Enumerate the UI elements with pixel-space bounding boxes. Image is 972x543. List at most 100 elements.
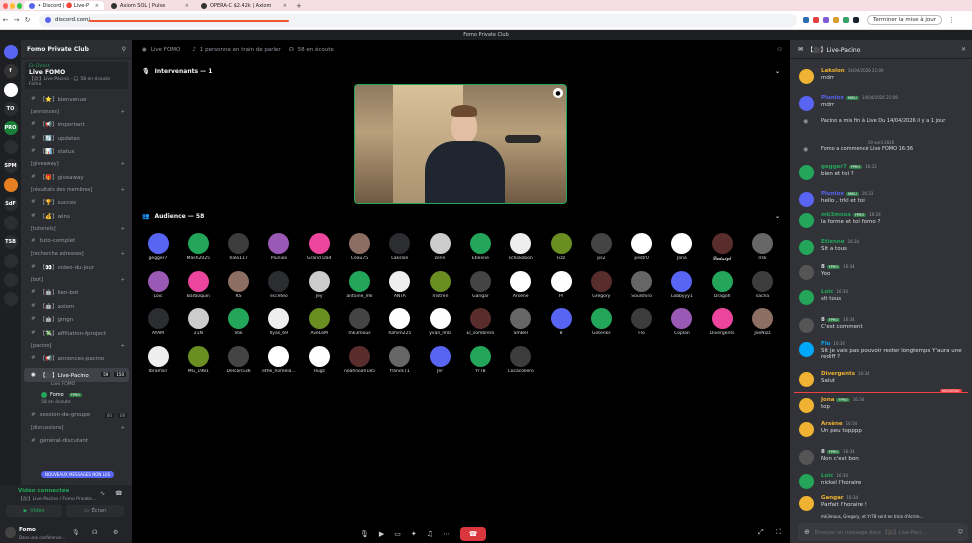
audience-member[interactable]: Coplan [662, 308, 702, 336]
audience-member[interactable]: AveLeM [299, 308, 339, 336]
avatar[interactable] [799, 372, 814, 387]
audience-member[interactable]: Delcan536 [219, 345, 259, 374]
chat-message[interactable]: Etienne 16:34 Slt a tous [790, 239, 972, 255]
leave-call-button[interactable]: ☎ [460, 527, 487, 541]
activity-icon[interactable]: ✦ [411, 530, 417, 538]
channel-category[interactable]: [giveaway] + [21, 158, 132, 170]
avatar[interactable] [799, 398, 814, 413]
chat-message[interactable]: Flo 16:34 Slt je vais pas pouvoir rester l… [790, 341, 972, 360]
channel-category[interactable]: [discussions] + [21, 422, 132, 434]
chat-message[interactable]: 8 FPRO 16:34 Non c'est bon [790, 449, 972, 465]
audience-member[interactable]: Barboquin [178, 270, 218, 299]
audience-member[interactable]: SmBel [501, 308, 541, 336]
extension-icon[interactable] [813, 17, 819, 23]
audience-member[interactable]: MG_1981 [178, 345, 218, 374]
chat-message[interactable]: Pluniox MIKU 14/04/2026 21:09 mdrr [790, 95, 972, 111]
audience-member[interactable]: Mash2025 [178, 233, 218, 261]
new-tab-button[interactable]: + [296, 2, 302, 10]
avatar[interactable] [5, 527, 16, 538]
audience-member[interactable]: Ilyas_69 [259, 308, 299, 336]
menu-icon[interactable]: ⋮ [946, 16, 957, 24]
disconnect-icon[interactable]: ☎ [115, 490, 122, 497]
username[interactable]: 8 [821, 317, 825, 323]
channel-category[interactable]: [pacino] + [21, 340, 132, 352]
audience-member[interactable]: ecceteo [259, 270, 299, 299]
channel-item[interactable]: # tuto-complet [21, 235, 132, 249]
avatar[interactable] [799, 318, 814, 333]
camera-icon[interactable]: ▶ [379, 530, 384, 538]
audience-member[interactable]: AYAM [138, 308, 178, 336]
channel-item[interactable]: # 【⭐】bienvenue [21, 92, 132, 106]
channel-item[interactable]: # général-discutant [21, 434, 132, 448]
username[interactable]: mk3mous [821, 212, 851, 218]
chat-message[interactable]: Pluniox MIKU 16:33 hello , trkl et toi [790, 191, 972, 207]
microphone-icon[interactable]: 🎙 [72, 529, 80, 536]
noise-icon[interactable]: ∿ [100, 490, 105, 497]
audience-member[interactable]: Irsk [743, 233, 783, 261]
channel-item[interactable]: # 【🤖】gmgn [21, 313, 132, 327]
add-channel-icon[interactable]: + [121, 251, 125, 257]
camera-icon[interactable]: ● [553, 88, 563, 98]
audience-section[interactable]: 👥 Audience — 58 ⌄ [136, 209, 786, 223]
audience-member[interactable]: Loic [138, 270, 178, 299]
audience-member[interactable]: 𝓛𝓾𝓭𝔀𝓲𝓰𝓫 [702, 233, 742, 262]
audience-member[interactable]: Etienne [460, 233, 500, 261]
server-icon[interactable]: TSB [3, 235, 18, 249]
audience-member[interactable]: Cocacollero [501, 345, 541, 374]
channel-item[interactable]: # 【👀】video-du-jour [21, 260, 132, 274]
avatar[interactable] [799, 422, 814, 437]
avatar[interactable] [799, 474, 814, 489]
forward-icon[interactable]: → [11, 16, 22, 24]
extension-icon[interactable] [833, 17, 839, 23]
server-icon[interactable] [3, 292, 18, 306]
username[interactable]: Flo [821, 341, 830, 347]
audience-member[interactable]: PI [541, 270, 581, 299]
username[interactable]: Pluniox [821, 95, 844, 101]
avatar[interactable] [799, 496, 814, 511]
voice-member[interactable]: Fomo FPRO [21, 390, 132, 400]
screen-share-icon[interactable]: ▭ [394, 530, 401, 538]
server-icon[interactable]: SdF [3, 197, 18, 211]
window-controls[interactable] [0, 2, 22, 9]
screen-share-button[interactable]: ▭ Écran [66, 505, 124, 517]
channel-category[interactable]: [annonces] + [21, 106, 132, 118]
avatar[interactable] [799, 240, 814, 255]
audience-member[interactable]: Gotenks [581, 308, 621, 336]
server-header[interactable]: Fomo Private Club ⚲ [21, 40, 132, 59]
finish-update-button[interactable]: Terminer la mise à jour [867, 15, 943, 25]
speakers-section[interactable]: 🎙 Intervenants — 1 ⌄ [136, 64, 786, 78]
channel-item[interactable]: # 【💰】wins [21, 209, 132, 223]
audience-member[interactable]: Jona [662, 233, 702, 261]
username[interactable]: Lakslon [821, 68, 845, 74]
server-icon[interactable]: TO [3, 102, 18, 116]
audience-member[interactable]: zenn [420, 233, 460, 261]
add-channel-icon[interactable]: + [121, 161, 125, 167]
username[interactable]: Jona [821, 397, 834, 403]
chat-message[interactable]: Loic 16:34 slt tous [790, 289, 972, 305]
audience-member[interactable]: Hugz [299, 345, 339, 374]
username[interactable]: gegger7 [821, 164, 847, 170]
avatar[interactable] [799, 192, 814, 207]
username[interactable]: 8 [821, 449, 825, 455]
url-input[interactable]: discord.com/ [39, 13, 797, 27]
audience-member[interactable]: Fizz [541, 233, 581, 261]
tab-axiom-opera[interactable]: OPERA-C $2.42k | Axiom × [196, 1, 292, 10]
audience-member[interactable]: Lakslon [380, 233, 420, 261]
chat-message[interactable]: 8 FPRO 16:34 C'est comment [790, 317, 972, 333]
audience-member[interactable]: Rahim225 [380, 308, 420, 336]
close-icon[interactable]: × [185, 3, 189, 9]
add-channel-icon[interactable]: + [121, 277, 125, 283]
close-icon[interactable]: × [283, 3, 287, 9]
soundboard-icon[interactable]: ♫ [427, 530, 433, 538]
audience-member[interactable]: gegger7 [138, 233, 178, 261]
more-icon[interactable]: ⋯ [443, 530, 450, 538]
chat-message[interactable]: Gangar 16:34 Parfait l'horaire ! [790, 495, 972, 511]
audience-member[interactable]: yvan_lmb [420, 308, 460, 336]
username[interactable]: Arsène [821, 421, 843, 427]
headset-icon[interactable]: ☊ [92, 529, 97, 536]
audience-member[interactable]: antoine_mk [340, 270, 380, 299]
audience-member[interactable]: Jey [299, 270, 339, 299]
server-icon[interactable] [3, 45, 18, 59]
add-channel-icon[interactable]: + [121, 226, 125, 232]
audience-member[interactable]: Lobbyyy1 [662, 270, 702, 299]
